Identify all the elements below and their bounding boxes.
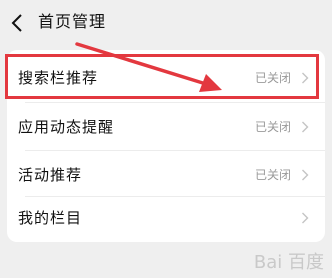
- row-activity-recommend[interactable]: 活动推荐 已关闭: [7, 151, 325, 199]
- row-label: 我的栏目: [18, 209, 83, 227]
- row-label: 应用动态提醒: [18, 118, 115, 136]
- header: 首页管理: [0, 0, 332, 46]
- chevron-right-icon: [302, 169, 309, 181]
- row-app-activity-reminder[interactable]: 应用动态提醒 已关闭: [7, 103, 325, 151]
- status-text: 已关闭: [254, 120, 291, 134]
- watermark-logo: Bai 百度: [253, 252, 324, 273]
- chevron-left-icon[interactable]: [10, 13, 24, 33]
- annotation-highlight-box: [5, 54, 319, 99]
- status-text: 已关闭: [254, 168, 291, 182]
- row-label: 活动推荐: [18, 166, 83, 184]
- page-title: 首页管理: [38, 12, 107, 31]
- row-my-columns[interactable]: 我的栏目: [7, 194, 325, 242]
- chevron-right-icon: [302, 121, 309, 133]
- chevron-right-icon: [302, 212, 309, 224]
